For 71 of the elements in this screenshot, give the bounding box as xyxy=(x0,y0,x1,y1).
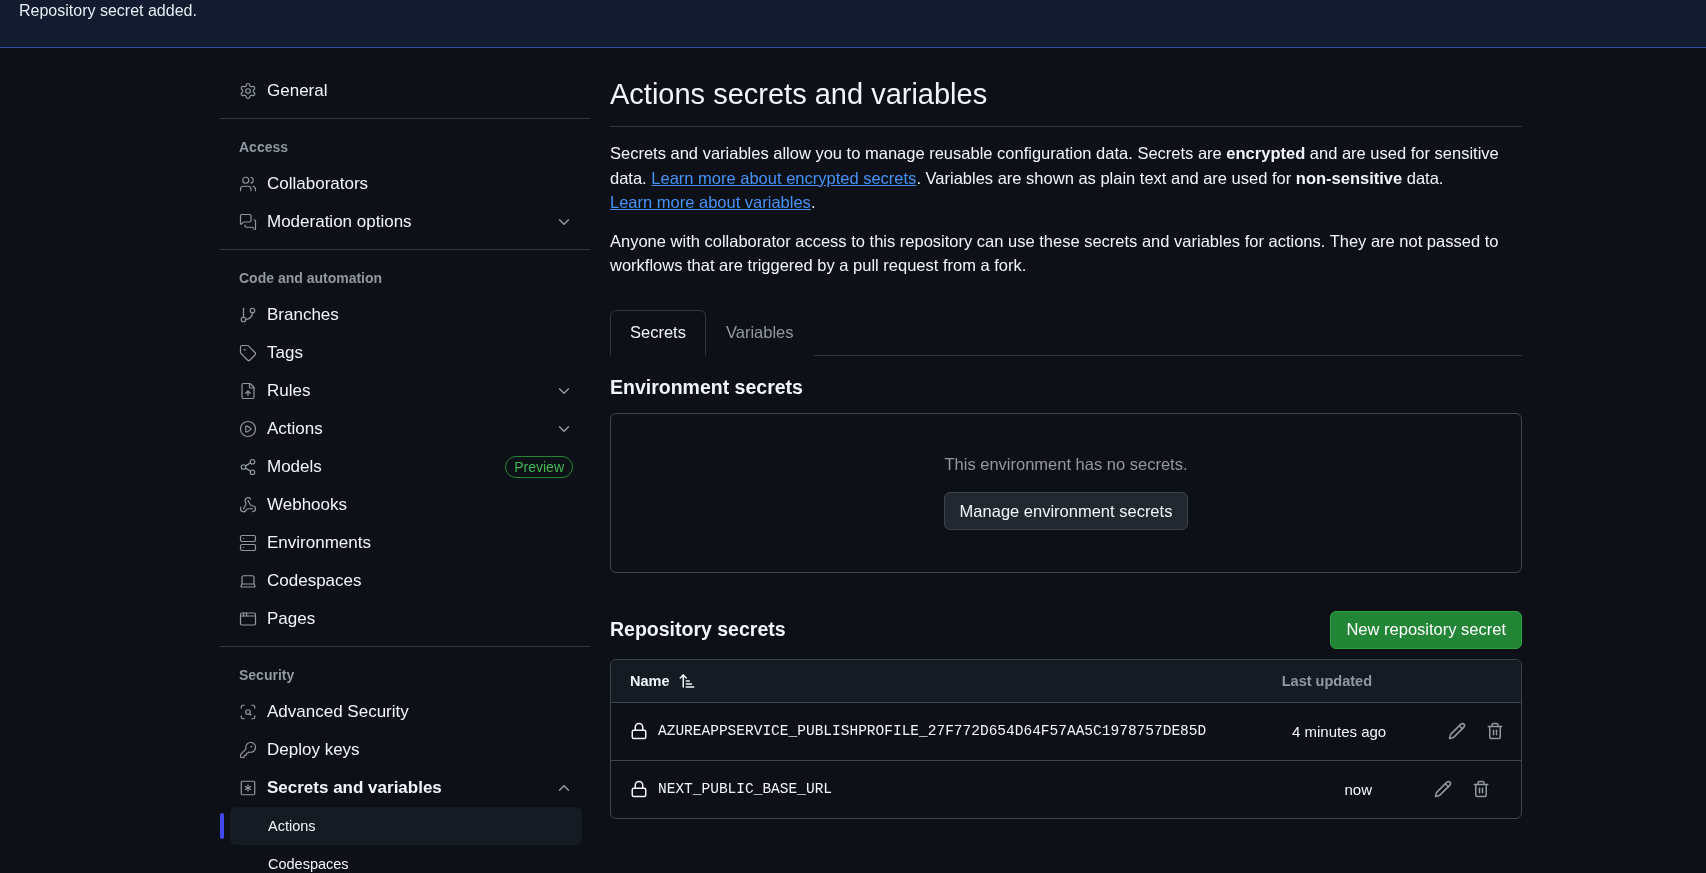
sidebar-item[interactable]: Tags xyxy=(220,334,590,372)
server-icon xyxy=(239,534,257,552)
sidebar-item-label: Secrets and variables xyxy=(267,778,443,798)
sidebar-item-label: General xyxy=(267,81,329,101)
sidebar-item[interactable]: Branches xyxy=(220,296,590,334)
sidebar-item[interactable]: Environments xyxy=(220,524,590,562)
sidebar-item[interactable]: Models Preview xyxy=(220,448,590,486)
section-heading: Code and automation xyxy=(238,269,384,288)
secret-name: AZUREAPPSERVICE_PUBLISHPROFILE_27F772D654D64F57AA5C1978757DE85D xyxy=(658,723,1207,739)
sidebar-item-label: Tags xyxy=(267,343,304,363)
browser-window-icon xyxy=(239,610,257,628)
sidebar-item[interactable]: Moderation options xyxy=(220,203,590,241)
document-arrow-icon xyxy=(239,382,257,400)
sidebar-item-label: Environments xyxy=(267,533,372,553)
sidebar-item-label: Actions xyxy=(267,419,324,439)
sidebar-item-label: Pages xyxy=(267,609,317,629)
lock-icon xyxy=(630,722,648,740)
section-title: Environment secrets xyxy=(610,375,804,399)
sidebar-item[interactable]: Collaborators xyxy=(220,165,590,203)
manage-secrets-button[interactable]: Manage environment secrets xyxy=(943,492,1189,530)
sidebar-item[interactable]: General xyxy=(220,72,590,110)
updated-time: now xyxy=(1344,780,1372,798)
sidebar-item-label: Codespaces xyxy=(267,571,363,591)
sidebar-item[interactable]: Deploy keys xyxy=(220,731,590,769)
play-icon xyxy=(239,420,257,438)
empty-message: This environment has no secrets. xyxy=(944,455,1188,474)
sidebar-item-label: Moderation options xyxy=(267,212,413,232)
column-header: Last updated xyxy=(1281,672,1372,689)
new-secret-button[interactable]: New repository secret xyxy=(1330,610,1522,649)
lock-icon xyxy=(630,780,648,798)
nodes-icon xyxy=(239,458,257,476)
sidebar-item[interactable]: Codespaces xyxy=(220,562,590,600)
code-scan-icon xyxy=(239,703,257,721)
sidebar-item-label: Branches xyxy=(267,305,340,325)
tag-icon xyxy=(239,344,257,362)
key-icon xyxy=(239,741,257,759)
sidebar-item[interactable]: Secrets and variables xyxy=(220,769,590,807)
sidebar-item-label: Models xyxy=(267,457,323,477)
sidebar-item[interactable]: Actions xyxy=(220,410,590,448)
people-icon xyxy=(239,175,257,193)
section-heading: Security xyxy=(238,666,296,685)
sidebar-item-label: Webhooks xyxy=(267,495,348,515)
sidebar-subitem[interactable]: Actions xyxy=(230,807,582,845)
sidebar-item[interactable]: Advanced Security xyxy=(220,693,590,731)
webhook-icon xyxy=(239,496,257,514)
description-text: Secrets and variables allow you to manage reusable configuration data. Secrets are encrypted and are used for sensitive data. Learn more about encrypted secrets. Variables are shown as plain text and are used for non-sensitive data. Learn more about variables. xyxy=(610,143,1500,213)
selection-indicator xyxy=(220,813,224,839)
section-title: Repository secrets xyxy=(610,618,786,641)
section-heading: Access xyxy=(238,138,290,157)
description-text: Anyone with collaborator access to this repository can use these secrets and variables for actions. They are not passed to workflows that are triggered by a pull request from a fork. xyxy=(610,230,1500,276)
asterisk-square-icon xyxy=(239,779,257,797)
sidebar-item-label: Advanced Security xyxy=(267,702,410,722)
sidebar-subitem[interactable]: Codespaces xyxy=(230,845,582,873)
sidebar-item[interactable]: Webhooks xyxy=(220,486,590,524)
sidebar-item[interactable]: Pages xyxy=(220,600,590,638)
speech-bubbles-icon xyxy=(239,213,257,231)
sidebar-item-label: Deploy keys xyxy=(267,740,361,760)
tab[interactable]: Secrets xyxy=(610,309,706,356)
docs-link[interactable]: Learn more about variables xyxy=(610,193,811,211)
secret-name: NEXT_PUBLIC_BASE_URL xyxy=(658,781,833,797)
sidebar-item-label: Collaborators xyxy=(267,174,370,194)
updated-time: 4 minutes ago xyxy=(1291,722,1387,740)
flash-message: Repository secret added. xyxy=(19,1,197,21)
sidebar-item-label: Rules xyxy=(267,381,312,401)
laptop-icon xyxy=(239,572,257,590)
column-header: Name xyxy=(630,672,670,689)
branch-icon xyxy=(239,306,257,324)
sidebar-item[interactable]: Rules xyxy=(220,372,590,410)
page-title: Actions secrets and variables xyxy=(610,72,1522,127)
docs-link[interactable]: Learn more about encrypted secrets xyxy=(651,168,917,187)
gear-icon xyxy=(239,82,257,100)
